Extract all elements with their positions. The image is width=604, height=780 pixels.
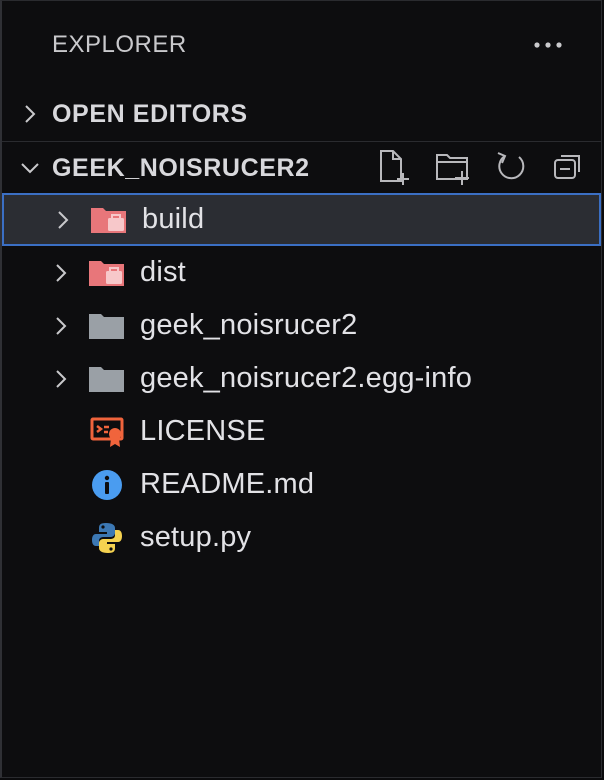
info-icon bbox=[88, 468, 126, 502]
chevron-right-icon bbox=[56, 263, 67, 282]
new-folder-button[interactable] bbox=[435, 147, 471, 187]
folder-package-icon bbox=[88, 256, 126, 290]
ellipsis-icon bbox=[534, 42, 562, 48]
new-file-button[interactable] bbox=[377, 147, 413, 187]
tree-item-label: build bbox=[142, 203, 205, 235]
tree-item-license[interactable]: LICENSE bbox=[2, 405, 601, 458]
workspace-actions bbox=[377, 147, 587, 187]
folder-icon bbox=[88, 362, 126, 396]
tree-item-geek-noisrucer2[interactable]: geek_noisrucer2 bbox=[2, 299, 601, 352]
open-editors-label: OPEN EDITORS bbox=[52, 99, 248, 128]
tree-item-build[interactable]: build bbox=[2, 193, 601, 246]
refresh-icon bbox=[497, 152, 525, 180]
more-actions-button[interactable] bbox=[529, 27, 569, 67]
explorer-panel: EXPLORER OPEN EDITORS GEEK_NOISRUCER2 bu… bbox=[0, 0, 602, 778]
refresh-button[interactable] bbox=[493, 147, 529, 187]
explorer-title: EXPLORER bbox=[52, 31, 187, 58]
tree-item-label: dist bbox=[140, 256, 186, 288]
tree-item-label: LICENSE bbox=[140, 415, 266, 447]
chevron-down-icon bbox=[21, 163, 39, 174]
python-icon bbox=[88, 521, 126, 555]
chevron-right-icon bbox=[25, 105, 36, 123]
open-editors-section[interactable]: OPEN EDITORS bbox=[2, 90, 601, 138]
collapse-all-icon bbox=[554, 155, 580, 179]
tree-item-label: README.md bbox=[140, 468, 315, 500]
file-tree: build dist geek_noisrucer2 geek_noisruce… bbox=[2, 193, 601, 564]
tree-item-label: setup.py bbox=[140, 521, 252, 553]
license-icon bbox=[88, 415, 126, 449]
workspace-label: GEEK_NOISRUCER2 bbox=[52, 153, 310, 182]
tree-item-dist[interactable]: dist bbox=[2, 246, 601, 299]
new-file-icon bbox=[380, 150, 409, 185]
chevron-right-icon bbox=[56, 369, 67, 388]
tree-item-egg-info[interactable]: geek_noisrucer2.egg-info bbox=[2, 352, 601, 405]
tree-item-label: geek_noisrucer2 bbox=[140, 309, 358, 341]
folder-icon bbox=[88, 309, 126, 343]
folder-package-icon bbox=[90, 203, 128, 237]
chevron-right-icon bbox=[58, 210, 69, 229]
collapse-all-button[interactable] bbox=[551, 147, 587, 187]
tree-item-readme[interactable]: README.md bbox=[2, 458, 601, 511]
chevron-right-icon bbox=[56, 316, 67, 335]
tree-item-setup[interactable]: setup.py bbox=[2, 511, 601, 564]
new-folder-icon bbox=[436, 154, 469, 185]
section-divider bbox=[2, 141, 601, 142]
tree-item-label: geek_noisrucer2.egg-info bbox=[140, 362, 473, 394]
